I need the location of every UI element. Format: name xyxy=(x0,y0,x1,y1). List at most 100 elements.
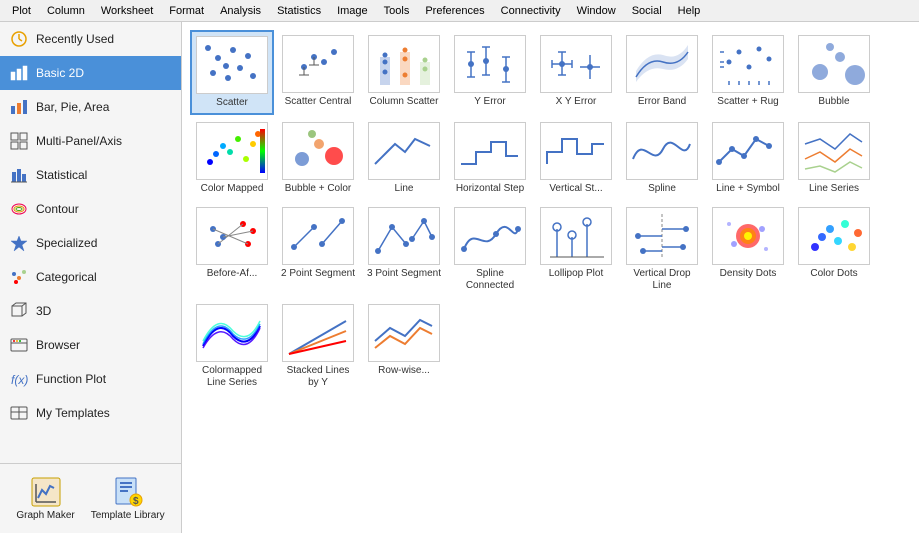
chart-item-scatter[interactable]: Scatter xyxy=(190,30,274,115)
chart-label-bubble-color: Bubble + Color xyxy=(285,183,351,195)
chart-item-error-band[interactable]: Error Band xyxy=(620,30,704,115)
contour-icon xyxy=(8,198,30,220)
chart-item-3-point-segment[interactable]: 3 Point Segment xyxy=(362,202,446,297)
menu-statistics[interactable]: Statistics xyxy=(269,3,329,19)
chart-item-stacked-lines[interactable]: Stacked Lines by Y xyxy=(276,299,360,394)
chart-thumb-spline xyxy=(626,122,698,180)
chart-thumb-density-dots xyxy=(712,207,784,265)
chart-item-vertical-drop-line[interactable]: Vertical Drop Line xyxy=(620,202,704,297)
categorical-icon xyxy=(8,266,30,288)
chart-label-stacked-lines: Stacked Lines by Y xyxy=(281,365,355,389)
chart-item-column-scatter[interactable]: Column Scatter xyxy=(362,30,446,115)
menu-format[interactable]: Format xyxy=(161,3,212,19)
chart-thumb-3-point-segment xyxy=(368,207,440,265)
chart-item-lollipop-plot[interactable]: Lollipop Plot xyxy=(534,202,618,297)
sidebar-label-contour: Contour xyxy=(36,202,79,216)
chart-label-x-y-error: X Y Error xyxy=(556,96,597,108)
chart-thumb-before-after xyxy=(196,207,268,265)
chart-item-horizontal-step[interactable]: Horizontal Step xyxy=(448,117,532,200)
chart-thumb-bubble-color xyxy=(282,122,354,180)
sidebar-item-3d[interactable]: 3D xyxy=(0,294,181,328)
graph-maker-button[interactable]: Graph Maker xyxy=(12,472,78,525)
chart-thumb-vertical-step xyxy=(540,122,612,180)
chart-thumb-lollipop-plot xyxy=(540,207,612,265)
chart-item-colormap-line-series[interactable]: Colormapped Line Series xyxy=(190,299,274,394)
sidebar-item-categorical[interactable]: Categorical xyxy=(0,260,181,294)
chart-item-vertical-step[interactable]: Vertical St... xyxy=(534,117,618,200)
sidebar-item-recently-used[interactable]: Recently Used xyxy=(0,22,181,56)
menu-social[interactable]: Social xyxy=(624,3,670,19)
menu-column[interactable]: Column xyxy=(39,3,93,19)
sidebar-item-function-plot[interactable]: f(x) Function Plot xyxy=(0,362,181,396)
chart-item-2-point-segment[interactable]: 2 Point Segment xyxy=(276,202,360,297)
sidebar-item-browser[interactable]: Browser xyxy=(0,328,181,362)
browser-icon xyxy=(8,334,30,356)
sidebar-item-bar-pie-area[interactable]: Bar, Pie, Area xyxy=(0,90,181,124)
chart-item-line-symbol[interactable]: Line + Symbol xyxy=(706,117,790,200)
chart-item-density-dots[interactable]: Density Dots xyxy=(706,202,790,297)
chart-label-vertical-step: Vertical St... xyxy=(549,183,602,195)
sidebar-label-multi-panel: Multi-Panel/Axis xyxy=(36,134,122,148)
sidebar-label-bar-pie-area: Bar, Pie, Area xyxy=(36,100,109,114)
sidebar-item-multi-panel[interactable]: Multi-Panel/Axis xyxy=(0,124,181,158)
sidebar-item-contour[interactable]: Contour xyxy=(0,192,181,226)
chart-item-color-dots[interactable]: Color Dots xyxy=(792,202,876,297)
function-icon: f(x) xyxy=(8,368,30,390)
menu-tools[interactable]: Tools xyxy=(376,3,418,19)
sidebar-item-statistical[interactable]: Statistical xyxy=(0,158,181,192)
chart-item-scatter-central[interactable]: Scatter Central xyxy=(276,30,360,115)
sidebar-item-specialized[interactable]: Specialized xyxy=(0,226,181,260)
template-library-button[interactable]: $ Template Library xyxy=(87,472,169,525)
chart-label-color-dots: Color Dots xyxy=(810,268,857,280)
chart-item-y-error[interactable]: Y Error xyxy=(448,30,532,115)
chart-label-spline-connected: Spline Connected xyxy=(453,268,527,292)
chart-label-color-mapped: Color Mapped xyxy=(201,183,264,195)
chart-thumb-scatter-central xyxy=(282,35,354,93)
sidebar-item-my-templates[interactable]: My Templates xyxy=(0,396,181,430)
chart-thumb-error-band xyxy=(626,35,698,93)
bar-icon xyxy=(8,96,30,118)
my-templates-icon xyxy=(8,402,30,424)
menu-plot[interactable]: Plot xyxy=(4,3,39,19)
chart-label-row-wise: Row-wise... xyxy=(378,365,430,377)
chart-item-spline[interactable]: Spline xyxy=(620,117,704,200)
sidebar-item-basic-2d[interactable]: Basic 2D xyxy=(0,56,181,90)
menu-worksheet[interactable]: Worksheet xyxy=(93,3,161,19)
chart-thumb-color-dots xyxy=(798,207,870,265)
menu-window[interactable]: Window xyxy=(569,3,624,19)
chart-item-before-after[interactable]: Before-Af... xyxy=(190,202,274,297)
chart-label-line: Line xyxy=(395,183,414,195)
menu-analysis[interactable]: Analysis xyxy=(212,3,269,19)
chart-label-error-band: Error Band xyxy=(638,96,686,108)
chart-item-bubble[interactable]: Bubble xyxy=(792,30,876,115)
chart-item-x-y-error[interactable]: X Y Error xyxy=(534,30,618,115)
chart-item-line-series[interactable]: Line Series xyxy=(792,117,876,200)
sidebar-label-3d: 3D xyxy=(36,304,51,318)
chart-thumb-row-wise xyxy=(368,304,440,362)
template-library-icon: $ xyxy=(112,476,144,508)
chart-thumb-color-mapped xyxy=(196,122,268,180)
chart-thumb-stacked-lines xyxy=(282,304,354,362)
sidebar-footer: Graph Maker $ Template Library xyxy=(0,463,181,533)
chart-item-scatter-rug[interactable]: Scatter + Rug xyxy=(706,30,790,115)
chart-label-scatter-central: Scatter Central xyxy=(285,96,352,108)
svg-text:$: $ xyxy=(133,496,139,507)
chart-item-color-mapped[interactable]: Color Mapped xyxy=(190,117,274,200)
menu-bar: Plot Column Worksheet Format Analysis St… xyxy=(0,0,919,22)
chart-item-row-wise[interactable]: Row-wise... xyxy=(362,299,446,394)
menu-connectivity[interactable]: Connectivity xyxy=(493,3,569,19)
menu-image[interactable]: Image xyxy=(329,3,376,19)
chart-item-bubble-color[interactable]: Bubble + Color xyxy=(276,117,360,200)
chart-thumb-y-error xyxy=(454,35,526,93)
chart-item-line[interactable]: Line xyxy=(362,117,446,200)
menu-help[interactable]: Help xyxy=(670,3,709,19)
sidebar-label-categorical: Categorical xyxy=(36,270,97,284)
chart-label-bubble: Bubble xyxy=(818,96,849,108)
sidebar-label-function-plot: Function Plot xyxy=(36,372,106,386)
sidebar-label-recently-used: Recently Used xyxy=(36,32,114,46)
chart-item-spline-connected[interactable]: Spline Connected xyxy=(448,202,532,297)
chart-label-horizontal-step: Horizontal Step xyxy=(456,183,524,195)
menu-preferences[interactable]: Preferences xyxy=(417,3,492,19)
stat-icon xyxy=(8,164,30,186)
chart-label-scatter-rug: Scatter + Rug xyxy=(717,96,778,108)
